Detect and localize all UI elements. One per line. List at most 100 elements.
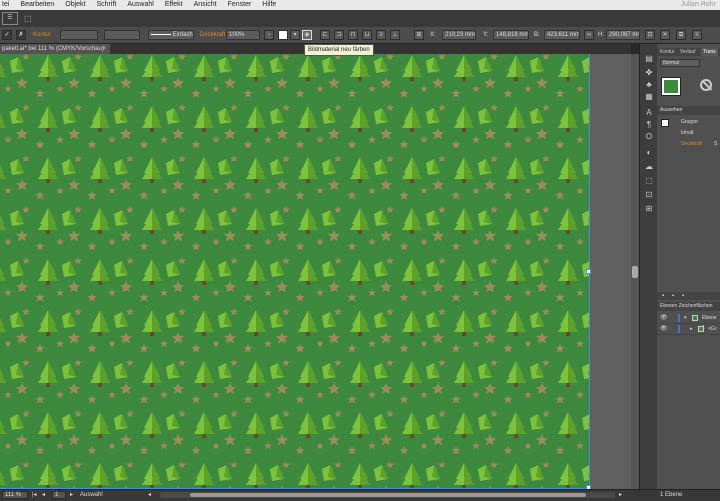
opentype-icon[interactable]: O <box>644 132 654 141</box>
align-right-icon[interactable]: ⊓ <box>348 30 358 40</box>
align-bottom-icon[interactable]: ⊥ <box>390 30 400 40</box>
disclosure-triangle-icon[interactable]: ▾ <box>684 313 687 323</box>
tab-verlauf[interactable]: Verlauf <box>680 48 696 56</box>
zoom-dropdown[interactable]: 111 % <box>2 491 28 499</box>
envelope-icon[interactable]: ✕ <box>660 30 670 40</box>
panel-menu-icon[interactable]: ≡ <box>692 30 702 40</box>
mode-label[interactable]: Auswahl <box>80 491 103 499</box>
color-guide-icon[interactable]: ◐ <box>644 148 654 157</box>
color-icon[interactable]: ☁ <box>644 162 654 171</box>
first-page-icon[interactable]: |◂ <box>32 491 37 499</box>
tree-star-pattern <box>0 54 589 488</box>
variable-width-dropdown[interactable] <box>104 30 140 40</box>
no-mask-icon[interactable] <box>700 79 712 91</box>
align-top-icon[interactable]: ⊔ <box>362 30 372 40</box>
document-tab[interactable]: paketl.ai* bei 111 % (CMYK/Vorschau) × <box>0 44 110 54</box>
panel-dock-icons: ▤ ✤ ♣ ▦ A ¶ O ◐ ☁ ⬚ ⊡ ⊞ <box>639 44 658 489</box>
isolate-group-icon[interactable]: ⊡ <box>645 30 655 40</box>
align-middle-icon[interactable]: ≡ <box>376 30 386 40</box>
blend-mode-dropdown[interactable]: Normal <box>660 59 700 67</box>
appearance-row-opacity[interactable]: Deckkraft S <box>657 139 720 150</box>
tab-transparenz[interactable]: Trans <box>701 48 718 56</box>
stroke-color-icon[interactable]: ✗ <box>16 30 26 40</box>
group-thumbnail <box>661 119 669 127</box>
horizontal-scroll-thumb[interactable] <box>190 493 586 497</box>
menu-type[interactable]: Schrift <box>97 0 117 10</box>
delete-icon[interactable]: ▪ <box>682 292 684 300</box>
page-number-field[interactable]: 1 <box>52 491 66 499</box>
user-name[interactable]: Julian Rohr <box>681 0 716 10</box>
sublayer-name: <Gr <box>708 326 717 332</box>
swatches-icon[interactable]: ▤ <box>644 54 654 63</box>
visibility-eye-icon[interactable]: 👁 <box>660 315 668 321</box>
menu-bar: tei Bearbeiten Objekt Schrift Auswahl Ef… <box>0 0 720 10</box>
transparency-thumbnail[interactable] <box>661 77 681 96</box>
arrange-icon[interactable]: ⧉ <box>676 30 686 40</box>
vertical-scroll-thumb[interactable] <box>632 266 638 278</box>
kontur-label[interactable]: Kontur <box>33 30 51 40</box>
appearance-panel-header[interactable]: Aussehen <box>657 106 720 115</box>
stroke-weight-field[interactable] <box>60 30 98 40</box>
disclosure-triangle-icon[interactable]: ▸ <box>690 324 693 334</box>
constrain-proportions-icon[interactable]: ∞ <box>584 30 594 40</box>
right-panel: Kontur Verlauf Trans Normal Aussehen Gru… <box>657 44 720 489</box>
stroke-style-dropdown[interactable]: Einfach <box>148 30 194 40</box>
canvas-area[interactable] <box>0 54 631 490</box>
appearance-row-content[interactable]: Inhalt <box>657 128 720 139</box>
fill-color-icon[interactable]: ✓ <box>2 30 12 40</box>
new-layer-icon[interactable]: ▪ <box>662 292 664 300</box>
height-field[interactable]: 290,067 mm <box>606 30 640 40</box>
pathfinder-icon[interactable]: ⬚ <box>644 176 654 185</box>
vertical-scrollbar[interactable] <box>631 54 639 489</box>
layer-thumbnail <box>692 315 698 321</box>
selection-handle[interactable] <box>586 269 591 274</box>
next-page-icon[interactable]: ▸ <box>70 491 73 499</box>
menu-select[interactable]: Auswahl <box>127 0 153 10</box>
panel-icons-strip: ▪ ▪ ▪ <box>657 292 720 300</box>
tab-kontur[interactable]: Kontur <box>660 48 675 56</box>
document-setup-icon[interactable]: ▾ <box>290 30 300 40</box>
transform-icon[interactable]: ⊞ <box>414 30 424 40</box>
control-bar: ✓ ✗ Kontur Einfach Deckkraft 100% › ▾ ◉ … <box>0 27 720 44</box>
bridge-icon[interactable]: ⬚ <box>24 14 34 24</box>
x-position-field[interactable]: 210,23 mm <box>442 30 476 40</box>
menu-effect[interactable]: Effekt <box>165 0 183 10</box>
menu-edit[interactable]: Bearbeiten <box>20 0 54 10</box>
menu-object[interactable]: Objekt <box>65 0 85 10</box>
artboard[interactable] <box>0 54 589 488</box>
recolor-artwork-icon[interactable]: ◉ <box>302 30 312 40</box>
character-icon[interactable]: A <box>644 108 654 117</box>
symbols-icon[interactable]: ♣ <box>644 80 654 89</box>
graphic-styles-icon[interactable]: ▦ <box>644 92 654 101</box>
paragraph-icon[interactable]: ¶ <box>644 120 654 129</box>
width-field[interactable]: 423,611 mm <box>544 30 580 40</box>
horizontal-scrollbar[interactable] <box>160 492 615 498</box>
scroll-left-icon[interactable]: ◂ <box>148 491 151 499</box>
menu-help[interactable]: Hilfe <box>262 0 276 10</box>
opacity-field[interactable]: 100% <box>226 30 260 40</box>
scroll-right-icon[interactable]: ▸ <box>619 491 622 499</box>
brushes-icon[interactable]: ✤ <box>644 68 654 77</box>
workspace-switcher-icon[interactable]: ☰ <box>2 12 18 25</box>
visibility-eye-icon[interactable]: 👁 <box>660 326 668 332</box>
stroke-gradient-transparency-tabs: Kontur Verlauf Trans <box>657 48 720 56</box>
prev-page-icon[interactable]: ◂ <box>42 491 45 499</box>
deckkraft-label[interactable]: Deckkraft <box>200 30 225 40</box>
menu-window[interactable]: Fenster <box>228 0 252 10</box>
opacity-arrow-icon[interactable]: › <box>264 30 274 40</box>
status-bar: 111 % |◂ ◂ 1 ▸ Auswahl ◂ ▸ 1 Ebene <box>0 489 720 501</box>
layers-panel-header[interactable]: Ebenen Zeichenflächen <box>657 302 720 311</box>
layer-row[interactable]: 👁 ▸ <Gr <box>657 324 720 335</box>
align-panel-icon[interactable]: ⊞ <box>644 204 654 213</box>
menu-file[interactable]: tei <box>2 0 9 10</box>
menu-view[interactable]: Ansicht <box>194 0 217 10</box>
duplicate-icon[interactable]: ▪ <box>672 292 674 300</box>
y-position-field[interactable]: 148,818 mm <box>493 30 529 40</box>
style-swatch-icon[interactable] <box>278 30 288 40</box>
align-left-icon[interactable]: ⊏ <box>320 30 330 40</box>
layer-row[interactable]: 👁 ▾ Ebene 1 <box>657 313 720 331</box>
transform-panel-icon[interactable]: ⊡ <box>644 190 654 199</box>
align-center-icon[interactable]: ⊐ <box>334 30 344 40</box>
close-tab-icon[interactable]: × <box>102 44 106 54</box>
appearance-row-group[interactable]: Gruppe <box>657 117 720 128</box>
